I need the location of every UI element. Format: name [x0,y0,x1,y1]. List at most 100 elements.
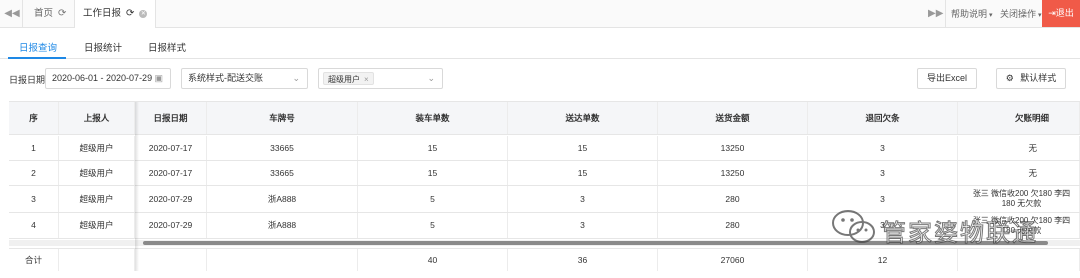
column-header[interactable]: 送达单数 [508,102,658,134]
tag-close-icon[interactable]: × [364,75,369,84]
tab-report-style[interactable]: 日报样式 [148,40,186,54]
column-header[interactable]: 送货金额 [658,102,808,134]
chevron-down-icon: ⌄ [427,73,435,83]
column-header[interactable]: 退回欠条 [808,102,958,134]
chevron-down-icon: ⌄ [292,73,300,83]
logout-label: 退出 [1055,8,1074,18]
cell-date: 2020-07-29 [135,213,207,238]
cell-reporter: 超级用户 [59,161,135,185]
cell-delivered: 3 [508,186,658,212]
cell-returned: 3 [808,161,958,185]
date-filter-label: 日报日期 [9,75,46,85]
logout-icon: ⇥ [1048,8,1056,18]
logout-button[interactable]: ⇥退出 [1042,0,1080,27]
cell-plate: 33665 [207,161,358,185]
summary-label: 合计 [9,249,59,271]
cell-loaded: 5 [358,213,508,238]
tab-report-stats[interactable]: 日报统计 [84,40,122,54]
date-range-input[interactable]: 2020-06-01 - 2020-07-29 ▣ [45,68,171,89]
column-header[interactable]: 装车单数 [358,102,508,134]
tab-report-query[interactable]: 日报查询 [19,40,57,54]
cell-loaded: 15 [358,161,508,185]
cell-reporter: 超级用户 [59,213,135,238]
user-tag-label: 超级用户 [328,75,360,84]
help-menu[interactable]: 帮助说明 ▾ [951,0,993,28]
user-tag: 超级用户 × [323,72,374,85]
gear-icon: ⚙ [1005,73,1014,83]
summary-cell [59,249,135,271]
style-select[interactable]: 系统样式-配送交账 ⌄ [181,68,308,89]
cell-plate: 浙A888 [207,213,358,238]
default-style-button[interactable]: ⚙ 默认样式 [996,68,1066,89]
wechat-logo-icon [832,210,875,243]
column-header[interactable]: 欠账明细 [958,102,1080,134]
refresh-icon[interactable]: ⟳ [58,0,66,28]
cell-date: 2020-07-29 [135,186,207,212]
scroll-tabs-left-icon[interactable]: ◀◀ [4,0,20,28]
cell-amount: 13250 [658,161,808,185]
close-icon[interactable]: ✕ [139,10,148,18]
caret-down-icon: ▾ [989,12,993,19]
summary-returned-total: 12 [808,249,958,271]
cell-delivered: 3 [508,213,658,238]
refresh-icon[interactable]: ⟳ [126,0,134,28]
help-menu-label: 帮助说明 [951,9,988,19]
column-header[interactable]: 上报人 [59,102,135,134]
cell-amount: 280 [658,213,808,238]
divider [22,0,23,28]
cell-loaded: 5 [358,186,508,212]
calendar-icon[interactable]: ▣ [154,69,163,88]
cell-index: 4 [9,213,59,238]
tab-work-report-label: 工作日报 [83,8,122,19]
cell-debt-detail: 无 [958,161,1080,185]
user-multiselect[interactable]: 超级用户 × ⌄ [318,68,443,89]
summary-cell [135,249,207,271]
scroll-tabs-right-icon[interactable]: ▶▶ [928,0,943,28]
watermark-text: 管家婆物联通 [882,219,1038,248]
column-header[interactable]: 序 [9,102,59,134]
cell-amount: 280 [658,186,808,212]
column-header[interactable]: 车牌号 [207,102,358,134]
close-operations-menu[interactable]: 关闭操作 ▾ [1000,0,1042,28]
report-subtabs: 日报查询 日报统计 日报样式 [0,36,1080,59]
cell-date: 2020-07-17 [135,136,207,160]
cell-debt-detail: 无 [958,136,1080,160]
summary-delivered-total: 36 [508,249,658,271]
cell-index: 2 [9,161,59,185]
summary-loaded-total: 40 [358,249,508,271]
cell-reporter: 超级用户 [59,136,135,160]
summary-amount-total: 27060 [658,249,808,271]
table-row[interactable]: 1 超级用户 2020-07-17 33665 15 15 13250 3 无 [9,136,1080,161]
tab-work-report[interactable]: 工作日报 ⟳ ✕ [74,0,157,28]
top-tab-bar: ◀◀ 首页 ⟳ 工作日报 ⟳ ✕ ▶▶ 帮助说明 ▾ 关闭操作 ▾ ⇥退出 [0,0,1080,28]
fixed-column-shadow [135,102,139,271]
tab-home[interactable]: 首页 ⟳ [26,0,74,28]
default-style-label: 默认样式 [1020,73,1057,83]
cell-delivered: 15 [508,136,658,160]
close-operations-label: 关闭操作 [1000,9,1037,19]
summary-cell [207,249,358,271]
cell-returned: 3 [808,136,958,160]
caret-down-icon: ▾ [1038,12,1042,19]
column-header[interactable]: 日报日期 [135,102,207,134]
cell-delivered: 15 [508,161,658,185]
divider [945,0,946,28]
table-row[interactable]: 2 超级用户 2020-07-17 33665 15 15 13250 3 无 [9,161,1080,186]
cell-loaded: 15 [358,136,508,160]
tab-home-label: 首页 [34,8,54,19]
cell-index: 1 [9,136,59,160]
summary-cell [958,249,1080,271]
cell-plate: 33665 [207,136,358,160]
cell-index: 3 [9,186,59,212]
cell-amount: 13250 [658,136,808,160]
cell-plate: 浙A888 [207,186,358,212]
cell-reporter: 超级用户 [59,186,135,212]
date-range-value: 2020-06-01 - 2020-07-29 [52,73,153,83]
export-excel-button[interactable]: 导出Excel [917,68,977,89]
wechat-watermark: 管家婆物联通 [830,207,1060,248]
cell-date: 2020-07-17 [135,161,207,185]
summary-row: 合计 40 36 27060 12 [9,248,1080,271]
style-select-value: 系统样式-配送交账 [188,73,263,83]
table-header-row: 序 上报人 日报日期 车牌号 装车单数 送达单数 送货金额 退回欠条 欠账明细 [9,102,1080,135]
active-tab-indicator [8,57,66,59]
